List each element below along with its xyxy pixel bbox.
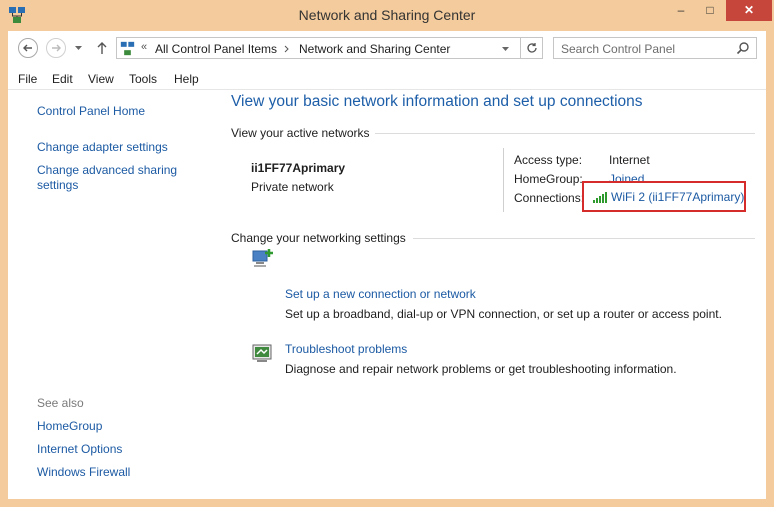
window-title: Network and Sharing Center bbox=[298, 7, 476, 23]
network-name: ii1FF77Aprimary bbox=[251, 161, 346, 175]
minimize-button[interactable]: – bbox=[668, 0, 694, 21]
refresh-icon bbox=[526, 43, 537, 53]
client-area: « All Control Panel Items Network and Sh… bbox=[8, 31, 766, 499]
menu-edit[interactable]: Edit bbox=[52, 72, 73, 86]
search-box[interactable]: Search Control Panel bbox=[553, 37, 757, 59]
access-type-label: Access type: bbox=[514, 153, 583, 167]
address-dropdown-icon[interactable] bbox=[501, 45, 510, 53]
section-divider bbox=[413, 238, 755, 239]
back-arrow-icon bbox=[23, 44, 32, 52]
setup-new-connection-link[interactable]: Set up a new connection or network bbox=[285, 287, 476, 301]
network-type: Private network bbox=[251, 180, 334, 194]
address-bar[interactable]: « All Control Panel Items Network and Sh… bbox=[116, 37, 521, 59]
control-panel-icon bbox=[120, 41, 135, 56]
breadcrumb-all-control-panel-items[interactable]: All Control Panel Items bbox=[155, 42, 277, 56]
troubleshoot-icon bbox=[252, 344, 272, 362]
change-settings-label: Change your networking settings bbox=[231, 231, 406, 245]
homegroup-label: HomeGroup: bbox=[514, 172, 583, 186]
menu-view[interactable]: View bbox=[88, 72, 114, 86]
breadcrumb-chevron-icon[interactable] bbox=[284, 45, 290, 53]
sidebar-change-advanced-sharing-cont[interactable]: settings bbox=[37, 178, 78, 192]
address-bar-row: « All Control Panel Items Network and Sh… bbox=[8, 31, 766, 67]
sidebar: Control Panel Home Change adapter settin… bbox=[8, 90, 213, 499]
address-overflow-icon[interactable]: « bbox=[141, 41, 147, 53]
search-icon[interactable] bbox=[736, 41, 750, 55]
sidebar-change-adapter-settings[interactable]: Change adapter settings bbox=[37, 140, 168, 154]
window: Network and Sharing Center – □ ✕ « All C… bbox=[0, 0, 774, 507]
active-networks-label: View your active networks bbox=[231, 126, 370, 140]
see-also-homegroup[interactable]: HomeGroup bbox=[37, 419, 102, 433]
menu-tools[interactable]: Tools bbox=[129, 72, 157, 86]
setup-new-connection-desc: Set up a broadband, dial-up or VPN conne… bbox=[285, 307, 722, 321]
connections-label: Connections: bbox=[514, 191, 585, 205]
maximize-button[interactable]: □ bbox=[697, 0, 723, 21]
breadcrumb-network-and-sharing-center[interactable]: Network and Sharing Center bbox=[299, 42, 450, 56]
access-type-value: Internet bbox=[609, 153, 650, 167]
close-button[interactable]: ✕ bbox=[726, 0, 772, 21]
wifi-connection-link[interactable]: WiFi 2 (ii1FF77Aprimary) bbox=[611, 190, 744, 204]
main-content: View your basic network information and … bbox=[213, 90, 766, 499]
forward-arrow-icon bbox=[52, 44, 61, 52]
menu-bar: File Edit View Tools Help bbox=[8, 67, 766, 90]
troubleshoot-link[interactable]: Troubleshoot problems bbox=[285, 342, 407, 356]
title-bar[interactable]: Network and Sharing Center – □ ✕ bbox=[0, 0, 774, 31]
sidebar-change-advanced-sharing[interactable]: Change advanced sharing bbox=[37, 163, 177, 177]
menu-help[interactable]: Help bbox=[174, 72, 199, 86]
troubleshoot-desc: Diagnose and repair network problems or … bbox=[285, 362, 677, 376]
network-divider bbox=[503, 148, 504, 212]
search-placeholder: Search Control Panel bbox=[561, 42, 676, 56]
menu-file[interactable]: File bbox=[18, 72, 37, 86]
back-button[interactable] bbox=[18, 38, 38, 58]
sidebar-control-panel-home[interactable]: Control Panel Home bbox=[37, 104, 145, 118]
up-arrow-icon[interactable] bbox=[96, 41, 108, 55]
see-also-windows-firewall[interactable]: Windows Firewall bbox=[37, 465, 130, 479]
forward-button[interactable] bbox=[46, 38, 66, 58]
connection-highlight: WiFi 2 (ii1FF77Aprimary) bbox=[582, 181, 746, 212]
refresh-button[interactable] bbox=[521, 37, 543, 59]
recent-pages-dropdown-icon[interactable] bbox=[74, 44, 83, 52]
see-also-internet-options[interactable]: Internet Options bbox=[37, 442, 122, 456]
see-also-label: See also bbox=[37, 396, 84, 410]
new-connection-icon bbox=[252, 249, 273, 267]
wifi-signal-icon bbox=[593, 192, 607, 203]
page-title: View your basic network information and … bbox=[231, 93, 643, 110]
section-divider bbox=[375, 133, 755, 134]
